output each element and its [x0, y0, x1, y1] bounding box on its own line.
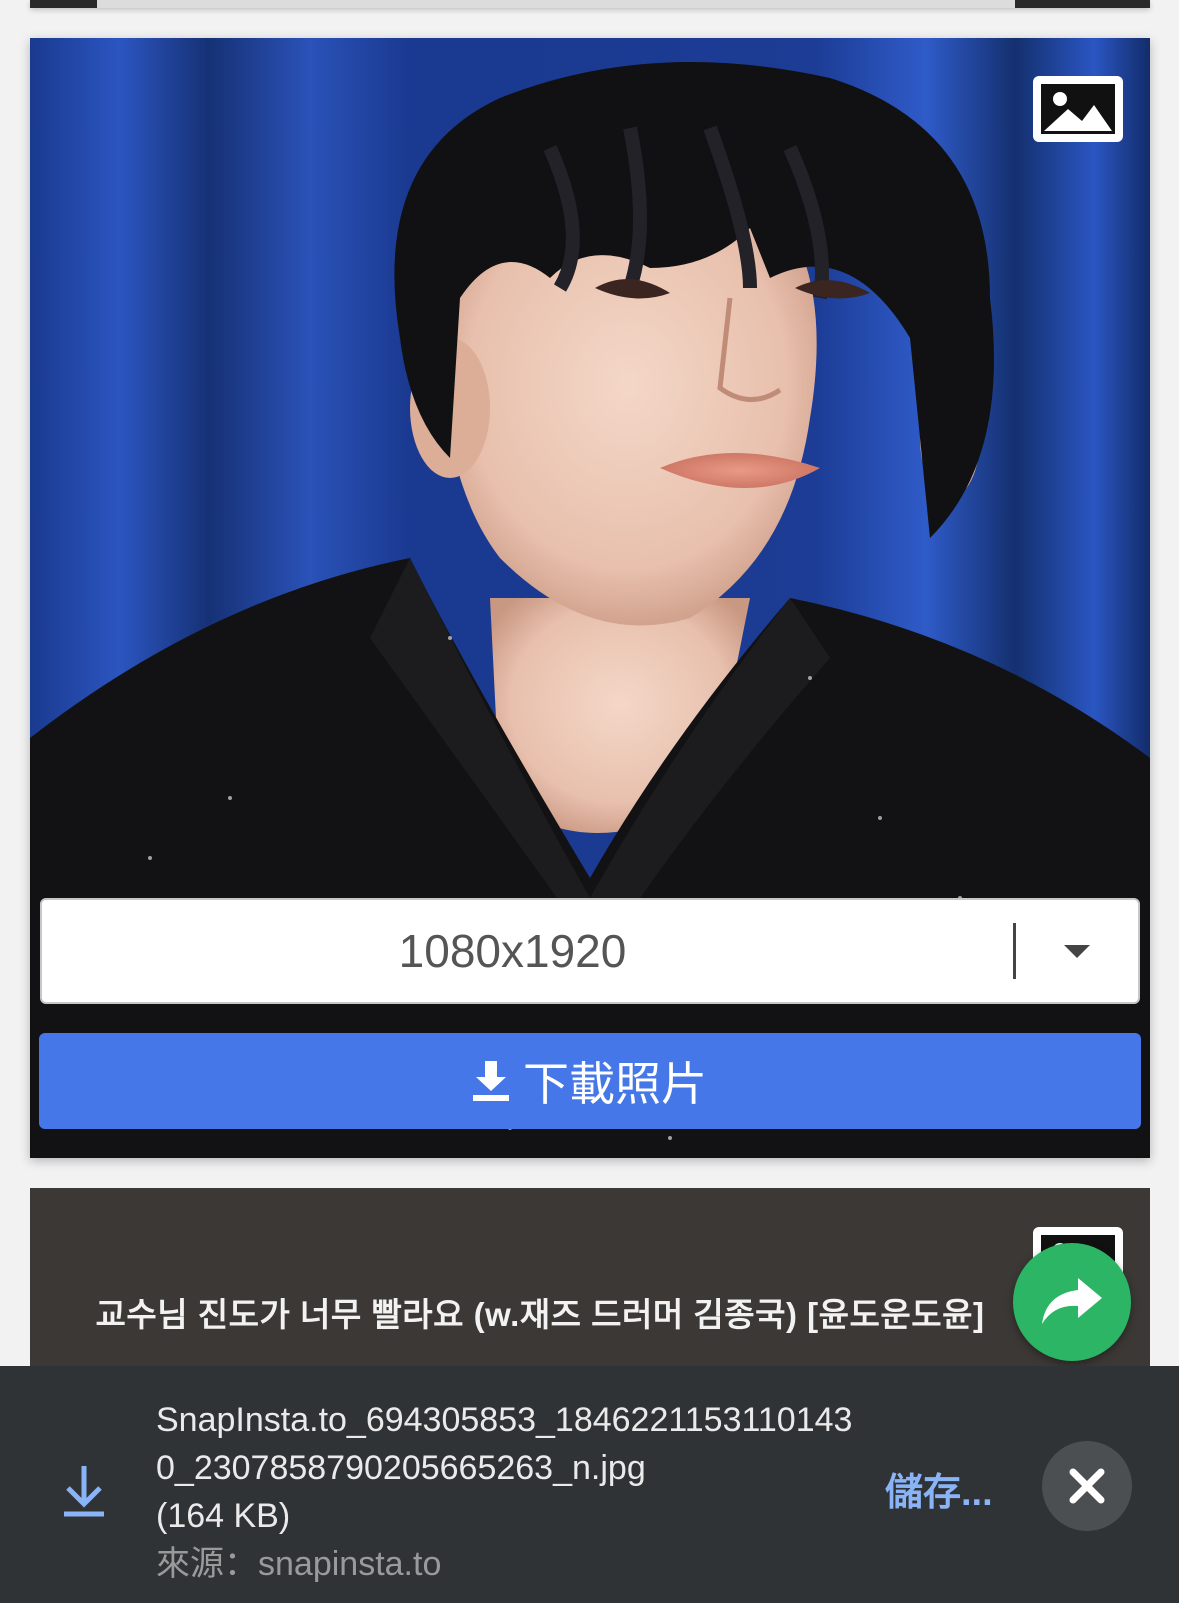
previous-card-dark-left	[30, 0, 97, 8]
download-filename: SnapInsta.to_694305853_18462211531101430…	[156, 1401, 853, 1487]
chevron-down-icon[interactable]	[1016, 942, 1138, 960]
download-icon	[473, 1061, 509, 1101]
download-source: 來源：snapinsta.to	[156, 1545, 442, 1583]
resolution-value: 1080x1920	[398, 925, 627, 977]
download-filesize: (164 KB)	[156, 1497, 291, 1535]
save-button[interactable]: 儲存...	[885, 1461, 993, 1516]
photo-card: 1080x1920 下載照片	[30, 38, 1150, 1158]
video-caption: 교수님 진도가 너무 빨라요 (w.재즈 드러머 김종국) [윤도운도윤]	[95, 1296, 985, 1333]
resolution-select[interactable]: 1080x1920	[40, 898, 1140, 1004]
share-arrow-icon	[1042, 1278, 1102, 1324]
share-button[interactable]	[1013, 1243, 1131, 1361]
image-type-icon	[1033, 76, 1123, 142]
download-notification-bar: SnapInsta.to_694305853_18462211531101430…	[0, 1366, 1179, 1603]
previous-card-dark-right	[1015, 0, 1150, 8]
close-button[interactable]	[1042, 1441, 1132, 1531]
close-icon	[1069, 1468, 1105, 1504]
previous-card-edge	[30, 0, 1150, 8]
download-arrow-icon	[64, 1466, 104, 1517]
download-photo-button[interactable]: 下載照片	[39, 1033, 1141, 1129]
download-photo-label: 下載照片	[523, 1058, 707, 1110]
